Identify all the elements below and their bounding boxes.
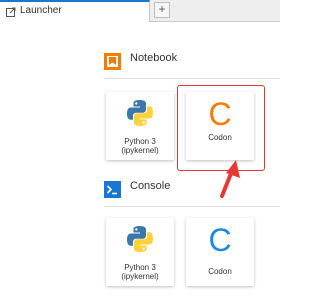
notebook-python3-card[interactable]: Python 3 (ipykernel) [106,92,174,160]
card-label-line1: Python 3 [124,263,156,272]
tab-label: Launcher [20,5,62,16]
notebook-python3-label: Python 3 (ipykernel) [106,137,174,155]
python-logo-icon [127,226,153,252]
notebook-divider [104,78,280,79]
console-section-title: Console [130,180,171,192]
console-codon-label: Codon [208,267,232,276]
card-label-line2: (ipykernel) [121,272,159,281]
console-divider [104,206,280,207]
add-tab-button[interactable]: + [154,2,170,18]
console-python3-label: Python 3 (ipykernel) [106,263,174,281]
console-python3-card[interactable]: Python 3 (ipykernel) [106,218,174,286]
console-codon-card[interactable]: C Codon [186,218,254,286]
console-icon [104,181,121,198]
card-label-line2: (ipykernel) [121,146,159,155]
launcher-icon [6,7,16,17]
notebook-section-title: Notebook [130,52,178,64]
console-section-header: Console [104,180,170,198]
tab-bar: Launcher + [0,0,280,22]
notebook-section-header: Notebook [104,52,177,70]
card-label-line1: Python 3 [124,137,156,146]
python-logo-icon [127,100,153,126]
codon-logo-icon: C [208,222,232,258]
red-arrow-icon [220,160,240,198]
tab-launcher[interactable]: Launcher [0,0,150,22]
notebook-icon [104,53,121,70]
